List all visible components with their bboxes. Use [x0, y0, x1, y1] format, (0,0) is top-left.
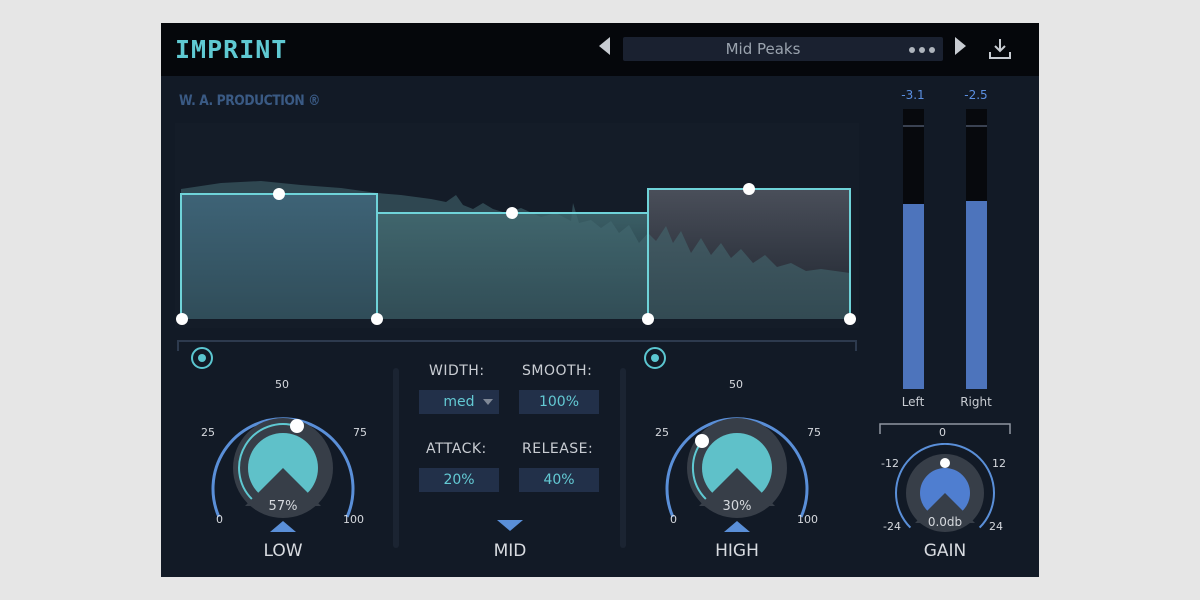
right-level-meter: [966, 109, 987, 389]
gain-value: 0.0db: [927, 515, 963, 529]
left-meter-fill: [903, 204, 924, 389]
right-meter-fill: [966, 201, 987, 389]
high-scale-100: 100: [797, 513, 818, 526]
mid-high-crossover-handle[interactable]: [642, 313, 654, 325]
low-start-handle[interactable]: [176, 313, 188, 325]
high-value: 30%: [722, 499, 752, 514]
width-dropdown[interactable]: med: [419, 390, 499, 414]
high-scale-0: 0: [670, 513, 677, 526]
mid-gain-handle[interactable]: [506, 207, 518, 219]
width-label: WIDTH:: [429, 363, 485, 379]
gain-scale-24: 24: [989, 520, 1003, 533]
right-meter-readout: -2.5: [964, 88, 988, 102]
release-field[interactable]: 40%: [519, 468, 599, 492]
low-band-arrow-icon[interactable]: [270, 521, 296, 532]
low-scale-75: 75: [353, 426, 367, 439]
attack-field[interactable]: 20%: [419, 468, 499, 492]
gain-scale-minus-12: -12: [881, 457, 899, 470]
mid-high-divider: [620, 368, 626, 548]
high-scale-50: 50: [729, 378, 743, 391]
low-mid-crossover-handle[interactable]: [371, 313, 383, 325]
width-value: med: [443, 394, 475, 410]
gain-scale-0: 0: [939, 426, 946, 439]
low-knob[interactable]: [203, 388, 363, 538]
chevron-down-icon: [483, 399, 493, 405]
high-scale-25: 25: [655, 426, 669, 439]
low-band-toggle[interactable]: [191, 347, 213, 369]
low-mid-divider: [393, 368, 399, 548]
plugin-window: IMPRINT Mid Peaks W. A. PRODUCTION ® 0 2…: [161, 23, 1039, 577]
low-scale-100: 100: [343, 513, 364, 526]
attack-label: ATTACK:: [426, 441, 487, 457]
low-knob-pointer: [290, 419, 304, 433]
release-label: RELEASE:: [522, 441, 594, 457]
left-meter-readout: -3.1: [901, 88, 925, 102]
smooth-label: SMOOTH:: [522, 363, 593, 379]
high-scale-75: 75: [807, 426, 821, 439]
high-band-toggle[interactable]: [644, 347, 666, 369]
gain-knob-pointer: [940, 458, 950, 468]
low-value: 57%: [268, 499, 298, 514]
gain-scale-12: 12: [992, 457, 1006, 470]
left-meter-label: Left: [901, 395, 925, 409]
band-bracket: [177, 340, 857, 351]
high-gain-handle[interactable]: [743, 183, 755, 195]
right-meter-label: Right: [960, 395, 992, 409]
high-knob-pointer: [695, 434, 709, 448]
low-scale-0: 0: [216, 513, 223, 526]
high-end-handle[interactable]: [844, 313, 856, 325]
high-band-arrow-icon[interactable]: [724, 521, 750, 532]
mid-band-arrow-icon[interactable]: [497, 520, 523, 531]
high-knob[interactable]: [657, 388, 817, 538]
left-level-meter: [903, 109, 924, 389]
left-peak-marker: [903, 125, 924, 127]
low-scale-50: 50: [275, 378, 289, 391]
high-band-label: HIGH: [715, 541, 759, 561]
gain-label: GAIN: [923, 541, 967, 561]
gain-scale-minus-24: -24: [883, 520, 901, 533]
smooth-field[interactable]: 100%: [519, 390, 599, 414]
mid-band-label: MID: [493, 541, 527, 561]
low-band-label: LOW: [263, 541, 303, 561]
right-peak-marker: [966, 125, 987, 127]
low-scale-25: 25: [201, 426, 215, 439]
low-gain-handle[interactable]: [273, 188, 285, 200]
